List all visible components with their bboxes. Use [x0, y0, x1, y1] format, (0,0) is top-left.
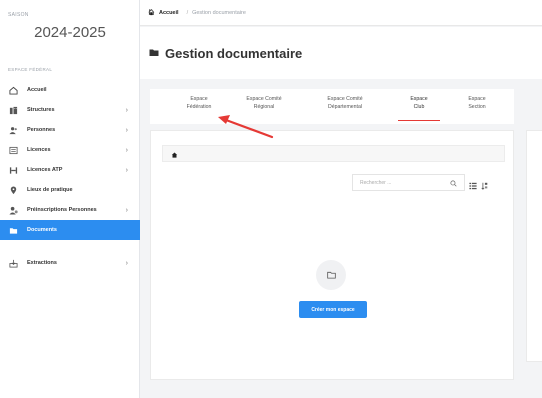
active-tab-indicator	[398, 120, 440, 121]
tab-espace-club[interactable]: Espace Club	[398, 95, 440, 121]
breadcrumb-home[interactable]: 🏠︎	[148, 10, 155, 16]
sidebar-item-label: Structures	[27, 107, 55, 113]
tab-label-line2: Fédération	[186, 104, 212, 110]
location-icon	[8, 185, 18, 195]
create-space-button[interactable]: Créer mon espace	[299, 301, 367, 318]
sidebar-item-personnes[interactable]: Personnes ›	[0, 120, 140, 140]
home-icon	[8, 85, 18, 95]
sidebar-item-extractions[interactable]: Extractions ›	[0, 253, 140, 273]
tab-label-line2: Section	[468, 104, 486, 110]
side-panel	[526, 130, 542, 362]
preregistration-icon	[8, 205, 18, 215]
building-icon	[8, 105, 18, 115]
tab-label-line1: Espace	[468, 96, 486, 102]
sidebar-item-label: Licences	[27, 147, 51, 153]
users-icon	[8, 125, 18, 135]
page-title: Gestion documentaire	[165, 45, 303, 61]
chevron-right-icon: ›	[125, 106, 128, 114]
home-icon: 🏠︎	[148, 9, 155, 16]
license-atp-icon	[8, 165, 18, 175]
sidebar-item-label: Licences ATP	[27, 167, 63, 173]
tab-label-line1: Espace Comité	[246, 96, 282, 102]
documents-panel: Créer mon espace	[150, 130, 514, 380]
chevron-right-icon: ›	[125, 166, 128, 174]
sidebar-item-structures[interactable]: Structures ›	[0, 100, 140, 120]
espace-label: ESPACE FÉDÉRAL	[8, 67, 53, 72]
tab-espace-comite-regional[interactable]: Espace Comité Régional	[232, 95, 296, 111]
chevron-right-icon: ›	[125, 146, 128, 154]
tab-espace-federation[interactable]: Espace Fédération	[172, 95, 226, 111]
topbar: 🏠︎ Accueil / Gestion documentaire	[140, 0, 542, 26]
sidebar-item-label: Préinscriptions Personnes	[27, 207, 97, 213]
chevron-right-icon: ›	[125, 206, 128, 214]
sidebar-item-label: Personnes	[27, 127, 56, 133]
sidebar-item-preinscriptions[interactable]: Préinscriptions Personnes ›	[0, 200, 140, 220]
tab-label-line1: Espace	[410, 96, 428, 102]
sidebar-item-label: Documents	[27, 227, 57, 233]
season-year[interactable]: 2024-2025	[0, 24, 140, 41]
chevron-right-icon: ›	[125, 126, 128, 134]
sidebar-item-licences[interactable]: Licences ›	[0, 140, 140, 160]
espace-tabs: Espace Fédération Espace Comité Régional…	[150, 89, 514, 124]
license-icon	[8, 145, 18, 155]
chevron-right-icon: ›	[125, 259, 128, 267]
sidebar-item-accueil[interactable]: Accueil	[0, 80, 140, 100]
sidebar-item-documents[interactable]: Documents	[0, 220, 140, 240]
tab-label-line2: Départemental	[327, 104, 363, 110]
breadcrumb-separator: /	[186, 9, 189, 16]
sort-icon[interactable]	[481, 177, 488, 195]
tab-label-line1: Espace	[190, 96, 208, 102]
tab-espace-comite-departemental[interactable]: Espace Comité Départemental	[310, 95, 380, 111]
folder-icon	[149, 44, 159, 62]
empty-folder-placeholder	[316, 260, 346, 290]
sidebar-menu: Accueil Structures › Personnes › Licence…	[0, 80, 140, 273]
folder-icon	[8, 225, 18, 235]
sidebar: SAISON 2024-2025 ESPACE FÉDÉRAL Accueil …	[0, 0, 140, 398]
sidebar-item-lieux-de-pratique[interactable]: Lieux de pratique	[0, 180, 140, 200]
view-options	[469, 177, 488, 195]
tab-label-line2: Régional	[253, 104, 275, 110]
folder-outline-icon	[326, 266, 336, 284]
season-label: SAISON	[8, 12, 29, 18]
sidebar-item-label: Extractions	[27, 260, 57, 266]
breadcrumb-current: Gestion documentaire	[192, 9, 246, 16]
sidebar-item-label: Accueil	[27, 87, 47, 93]
sidebar-item-licences-atp[interactable]: Licences ATP ›	[0, 160, 140, 180]
list-view-icon[interactable]	[469, 177, 477, 195]
search-field	[352, 174, 465, 191]
home-icon[interactable]	[171, 145, 178, 163]
sidebar-item-label: Lieux de pratique	[27, 187, 73, 193]
breadcrumb-home-link[interactable]: Accueil	[159, 10, 179, 16]
tab-label-line1: Espace Comité	[327, 96, 363, 102]
page-header: Gestion documentaire	[140, 27, 542, 79]
search-icon[interactable]	[450, 174, 457, 192]
search-input[interactable]	[360, 179, 450, 186]
tab-espace-section[interactable]: Espace Section	[460, 95, 494, 111]
folder-breadcrumb	[162, 145, 505, 162]
extraction-icon	[8, 258, 18, 268]
tab-label-line2: Club	[413, 104, 425, 110]
